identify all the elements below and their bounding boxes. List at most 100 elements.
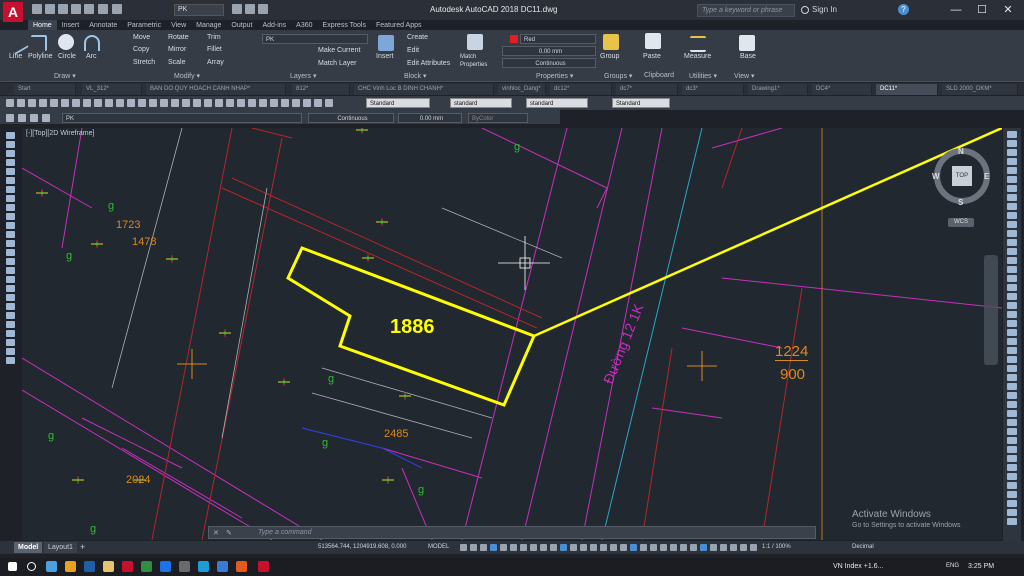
toolbar-tool-icon[interactable] bbox=[28, 99, 36, 107]
match-properties-icon[interactable] bbox=[467, 34, 483, 50]
modify-tool-icon[interactable] bbox=[1007, 428, 1017, 435]
draw-tool-icon[interactable] bbox=[6, 231, 15, 238]
status-toggle-icon[interactable] bbox=[660, 544, 667, 551]
properties-panel-label[interactable]: Properties ▾ bbox=[536, 72, 573, 80]
rotate-button[interactable]: Rotate bbox=[168, 34, 189, 41]
modify-tool-icon[interactable] bbox=[1007, 383, 1017, 390]
measure-icon[interactable] bbox=[690, 36, 706, 52]
draw-tool-icon[interactable] bbox=[6, 276, 15, 283]
status-toggle-icon[interactable] bbox=[570, 544, 577, 551]
modify-tool-icon[interactable] bbox=[1007, 410, 1017, 417]
toolbar-tool-icon[interactable] bbox=[193, 99, 201, 107]
redo-icon[interactable] bbox=[112, 4, 122, 14]
modify-tool-icon[interactable] bbox=[1007, 257, 1017, 264]
document-tab[interactable]: BAN DO QUY HOACH CANH NHAP* bbox=[146, 84, 286, 95]
wcs-menu[interactable]: WCS bbox=[948, 218, 974, 227]
modify-tool-icon[interactable] bbox=[1007, 149, 1017, 156]
autocad2-icon[interactable] bbox=[258, 561, 269, 572]
draw-tool-icon[interactable] bbox=[6, 204, 15, 211]
group-icon[interactable] bbox=[603, 34, 619, 50]
modify-tool-icon[interactable] bbox=[1007, 320, 1017, 327]
fillet-button[interactable]: Fillet bbox=[207, 46, 222, 53]
model-tab[interactable]: Model bbox=[14, 542, 43, 553]
document-tab[interactable]: dc3* bbox=[682, 84, 744, 95]
toolbar-tool-icon[interactable] bbox=[17, 99, 25, 107]
layer-tool-icon[interactable] bbox=[18, 114, 26, 122]
search-icon[interactable] bbox=[801, 6, 809, 14]
toolbar-tool-icon[interactable] bbox=[215, 99, 223, 107]
modify-tool-icon[interactable] bbox=[1007, 491, 1017, 498]
modify-tool-icon[interactable] bbox=[1007, 500, 1017, 507]
linetype-dropdown[interactable]: Continuous bbox=[502, 58, 596, 68]
modify-tool-icon[interactable] bbox=[1007, 437, 1017, 444]
viewcube-east[interactable]: E bbox=[984, 172, 989, 181]
status-toggle-icon[interactable] bbox=[590, 544, 597, 551]
group-button[interactable]: Group bbox=[600, 53, 619, 60]
status-toggle-icon[interactable] bbox=[650, 544, 657, 551]
plot-style-dropdown[interactable]: ByColor bbox=[468, 113, 528, 123]
draw-tool-icon[interactable] bbox=[6, 240, 15, 247]
document-tab[interactable]: Start bbox=[14, 84, 76, 95]
measure-button[interactable]: Measure bbox=[684, 53, 711, 60]
status-toggle-icon[interactable] bbox=[610, 544, 617, 551]
layer-dropdown[interactable]: PK bbox=[262, 34, 368, 44]
app-icon[interactable] bbox=[179, 561, 190, 572]
circle-button[interactable]: Circle bbox=[58, 53, 76, 60]
units-dropdown[interactable]: Decimal bbox=[852, 544, 874, 550]
status-toggle-icon[interactable] bbox=[730, 544, 737, 551]
document-tab[interactable]: VL_312* bbox=[82, 84, 142, 95]
layers-panel-label[interactable]: Layers ▾ bbox=[290, 72, 316, 80]
model-space-button[interactable]: MODEL bbox=[428, 544, 449, 550]
clipboard-panel-label[interactable]: Clipboard bbox=[644, 72, 674, 79]
multileader-style-dropdown[interactable]: Standard bbox=[612, 98, 670, 108]
insert-block-icon[interactable] bbox=[378, 35, 394, 51]
save-icon[interactable] bbox=[58, 4, 68, 14]
autocad-taskbar-icon[interactable] bbox=[122, 561, 133, 572]
modify-tool-icon[interactable] bbox=[1007, 266, 1017, 273]
dim-style-dropdown[interactable]: standard bbox=[450, 98, 512, 108]
status-toggle-icon[interactable] bbox=[640, 544, 647, 551]
draw-tool-icon[interactable] bbox=[6, 312, 15, 319]
line-button[interactable]: Line bbox=[9, 53, 22, 60]
toolbar-tool-icon[interactable] bbox=[248, 99, 256, 107]
toolbar-tool-icon[interactable] bbox=[281, 99, 289, 107]
status-toggle-icon[interactable] bbox=[470, 544, 477, 551]
status-toggle-icon[interactable] bbox=[530, 544, 537, 551]
toolbar-tool-icon[interactable] bbox=[72, 99, 80, 107]
viewcube-south[interactable]: S bbox=[958, 198, 963, 207]
toolbar-tool-icon[interactable] bbox=[39, 99, 47, 107]
create-block-button[interactable]: Create bbox=[407, 34, 428, 41]
toolbar-tool-icon[interactable] bbox=[83, 99, 91, 107]
toolbar-tool-icon[interactable] bbox=[270, 99, 278, 107]
start-icon[interactable] bbox=[8, 562, 17, 571]
viewcube-top-face[interactable]: TOP bbox=[952, 166, 972, 186]
modify-tool-icon[interactable] bbox=[1007, 221, 1017, 228]
toolbar-tool-icon[interactable] bbox=[171, 99, 179, 107]
toolbar-tool-icon[interactable] bbox=[259, 99, 267, 107]
command-input[interactable]: Type a command bbox=[258, 529, 312, 536]
toolbar-tool-icon[interactable] bbox=[50, 99, 58, 107]
document-tab[interactable]: dc12* bbox=[550, 84, 612, 95]
status-toggle-icon[interactable] bbox=[460, 544, 467, 551]
document-tab[interactable]: SLD 2000_DKM* bbox=[942, 84, 1018, 95]
open-icon[interactable] bbox=[45, 4, 55, 14]
toolbar-tool-icon[interactable] bbox=[303, 99, 311, 107]
modify-tool-icon[interactable] bbox=[1007, 401, 1017, 408]
autocad-logo[interactable]: A bbox=[3, 2, 23, 22]
copy-button[interactable]: Copy bbox=[133, 46, 149, 53]
toolbar-linetype-dropdown[interactable]: Continuous bbox=[308, 113, 394, 123]
modify-tool-icon[interactable] bbox=[1007, 293, 1017, 300]
search-taskbar-icon[interactable] bbox=[27, 562, 36, 571]
draw-tool-icon[interactable] bbox=[6, 186, 15, 193]
status-toggle-icon[interactable] bbox=[710, 544, 717, 551]
modify-tool-icon[interactable] bbox=[1007, 338, 1017, 345]
draw-tool-icon[interactable] bbox=[6, 249, 15, 256]
table-style-dropdown[interactable]: standard bbox=[526, 98, 588, 108]
modify-tool-icon[interactable] bbox=[1007, 509, 1017, 516]
modify-tool-icon[interactable] bbox=[1007, 185, 1017, 192]
arc-button[interactable]: Arc bbox=[86, 53, 97, 60]
draw-panel-label[interactable]: Draw ▾ bbox=[54, 72, 76, 80]
modify-tool-icon[interactable] bbox=[1007, 482, 1017, 489]
teamviewer-icon[interactable] bbox=[198, 561, 209, 572]
print-icon[interactable] bbox=[84, 4, 94, 14]
